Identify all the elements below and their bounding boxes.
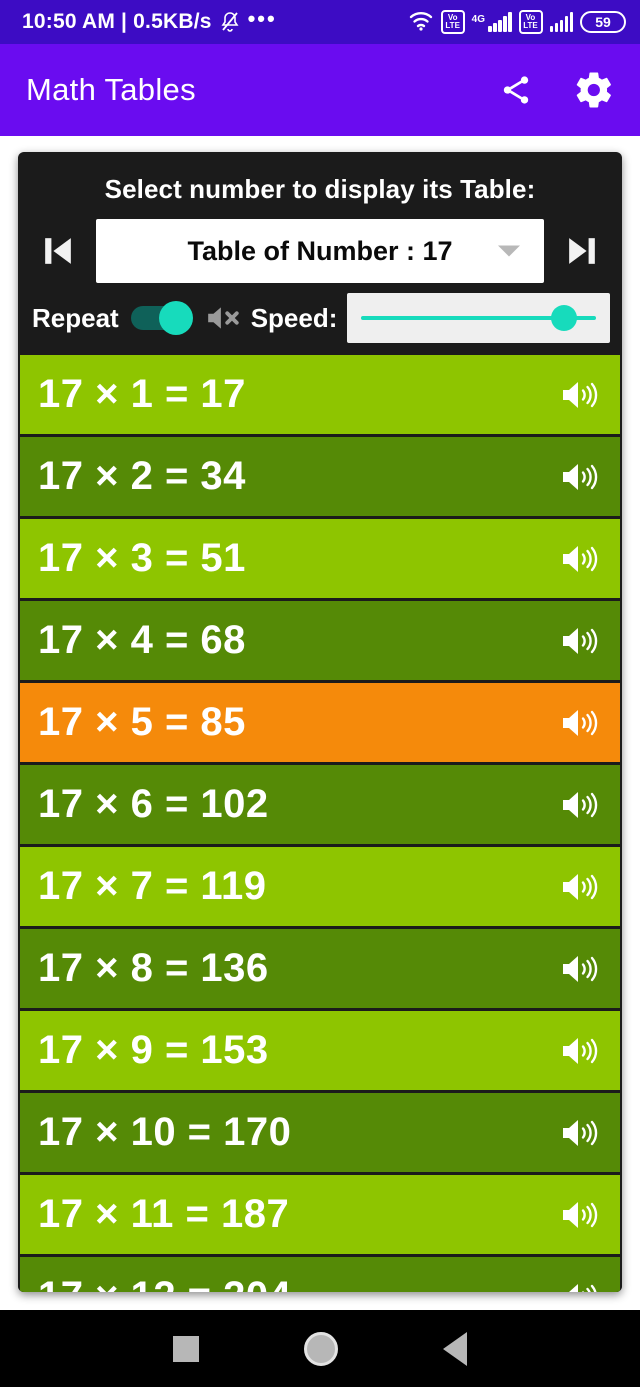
signal-bars-2 [549, 12, 573, 32]
status-overflow-dots: ••• [247, 5, 277, 31]
skip-previous-icon[interactable] [30, 223, 86, 279]
speaker-icon[interactable] [560, 543, 600, 575]
share-icon[interactable] [494, 68, 538, 112]
square-icon[interactable] [172, 1335, 199, 1362]
signal-group-1: 4G [472, 12, 512, 32]
wifi-icon [408, 9, 434, 36]
speed-label: Speed: [250, 302, 338, 333]
math-tables-card: Select number to display its Table: Tabl… [18, 152, 622, 1292]
table-row[interactable]: 17 × 6 = 102 [20, 765, 620, 844]
table-number-spinner[interactable]: Table of Number : 17 [96, 219, 544, 283]
status-bar-left: 10:50 AM | 0.5KB/s ••• [22, 5, 277, 34]
table-row[interactable]: 17 × 2 = 34 [20, 437, 620, 516]
table-row-equation: 17 × 4 = 68 [38, 618, 246, 662]
speed-slider-thumb[interactable] [551, 305, 578, 331]
table-row[interactable]: 17 × 11 = 187 [20, 1175, 620, 1254]
repeat-toggle[interactable] [130, 301, 193, 335]
table-row[interactable]: 17 × 1 = 17 [20, 355, 620, 434]
triangle-back-icon[interactable] [443, 1331, 468, 1366]
skip-next-icon[interactable] [554, 223, 610, 279]
status-bar-right: Vo LTE 4G Vo LTE 59 [408, 9, 626, 36]
volte-bottom-text-2: LTE [523, 21, 538, 30]
speaker-icon[interactable] [560, 1281, 600, 1292]
table-row-equation: 17 × 2 = 34 [38, 454, 246, 498]
speaker-icon[interactable] [560, 461, 600, 493]
table-row-equation: 17 × 9 = 153 [38, 1028, 269, 1072]
volte-bottom-text: LTE [445, 21, 460, 30]
app-bar: Math Tables [0, 44, 640, 136]
battery-indicator: 59 [580, 11, 626, 33]
table-row[interactable]: 17 × 8 = 136 [20, 929, 620, 1008]
volte-icon-2: Vo LTE [518, 10, 543, 34]
table-row-equation: 17 × 1 = 17 [38, 372, 246, 416]
table-row[interactable]: 17 × 10 = 170 [20, 1093, 620, 1172]
table-row[interactable]: 17 × 3 = 51 [20, 519, 620, 598]
playback-controls-row: Repeat Speed: [18, 283, 622, 355]
table-row-equation: 17 × 12 = 204 [38, 1274, 291, 1292]
speaker-icon[interactable] [560, 1117, 600, 1149]
speaker-icon[interactable] [560, 953, 600, 985]
repeat-toggle-thumb [158, 301, 193, 335]
speaker-icon[interactable] [560, 625, 600, 657]
table-row[interactable]: 17 × 12 = 204 [20, 1257, 620, 1292]
table-row[interactable]: 17 × 9 = 153 [20, 1011, 620, 1090]
app-bar-actions [494, 68, 616, 112]
speaker-icon[interactable] [560, 789, 600, 821]
signal-bars-1 [488, 12, 512, 32]
panel-heading: Select number to display its Table: [104, 174, 536, 204]
multiplication-rows-list[interactable]: 17 × 1 = 17 17 × 2 = 34 17 × 3 = 51 17 × 4 … [18, 355, 622, 1292]
speaker-mute-icon[interactable] [205, 303, 241, 333]
circle-icon[interactable] [303, 1331, 338, 1366]
table-row-equation: 17 × 11 = 187 [38, 1192, 290, 1236]
speaker-icon[interactable] [560, 379, 600, 411]
android-navigation-bar [0, 1310, 640, 1387]
repeat-label: Repeat [32, 302, 119, 333]
table-row-equation: 17 × 3 = 51 [38, 536, 246, 580]
table-row[interactable]: 17 × 4 = 68 [20, 601, 620, 680]
table-row-equation: 17 × 10 = 170 [38, 1110, 292, 1154]
speed-slider[interactable] [347, 293, 610, 343]
table-row[interactable]: 17 × 7 = 119 [20, 847, 620, 926]
status-bar: 10:50 AM | 0.5KB/s ••• Vo LTE 4G Vo LTE … [0, 0, 640, 44]
bell-off-icon [220, 11, 240, 33]
volte-icon-1: Vo LTE [440, 10, 465, 34]
chevron-down-icon [498, 245, 520, 257]
network-type-label: 4G [471, 14, 485, 25]
spinner-value: Table of Number : 17 [187, 235, 453, 266]
status-clock: 10:50 AM | 0.5KB/s [22, 10, 212, 33]
app-title: Math Tables [26, 72, 196, 107]
number-selector-row: Table of Number : 17 [18, 219, 622, 283]
speaker-icon[interactable] [560, 871, 600, 903]
table-row-equation: 17 × 7 = 119 [38, 864, 267, 908]
gear-icon[interactable] [572, 68, 616, 112]
speaker-icon[interactable] [560, 1199, 600, 1231]
speaker-icon[interactable] [560, 1035, 600, 1067]
table-row-equation: 17 × 5 = 85 [38, 700, 246, 744]
table-row-equation: 17 × 8 = 136 [38, 946, 269, 990]
table-row[interactable]: 17 × 5 = 85 [20, 683, 620, 762]
speaker-icon[interactable] [560, 707, 600, 739]
table-row-equation: 17 × 6 = 102 [38, 782, 269, 826]
